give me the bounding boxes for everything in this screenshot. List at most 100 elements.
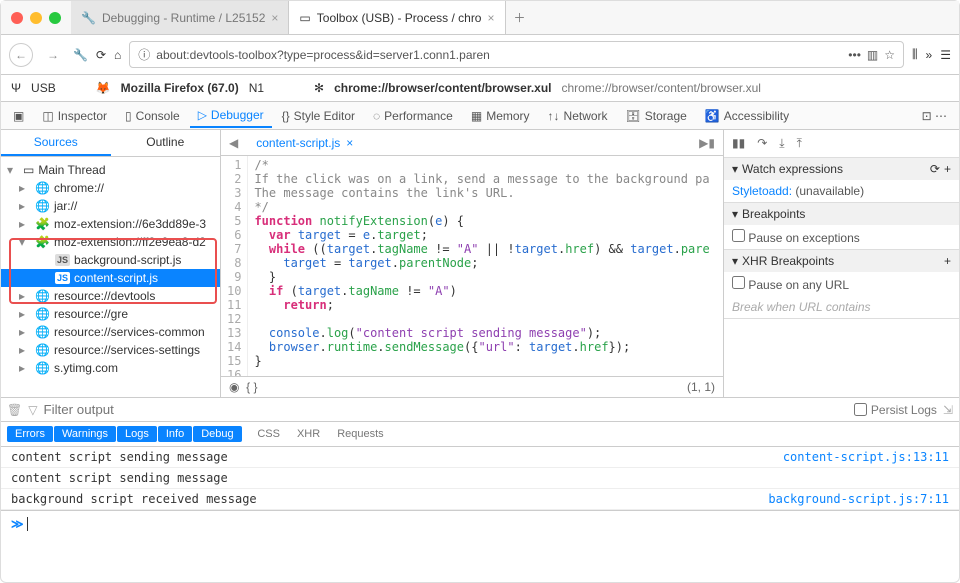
wrench-icon: 🔧 bbox=[81, 11, 96, 25]
outline-tab[interactable]: Outline bbox=[111, 130, 221, 156]
console-row: content script sending message bbox=[1, 468, 959, 489]
close-icon[interactable]: × bbox=[271, 11, 278, 25]
watch-expr-value: (unavailable) bbox=[795, 184, 864, 198]
add-icon[interactable]: + bbox=[944, 254, 951, 268]
console-row: content script sending messagecontent-sc… bbox=[1, 447, 959, 468]
step-out-button[interactable]: ⤒ bbox=[797, 136, 802, 151]
info-icon[interactable]: ⓘ bbox=[138, 46, 150, 63]
device-label: N1 bbox=[249, 81, 264, 95]
tree-item[interactable]: ▸🌐 chrome:// bbox=[1, 179, 220, 197]
xhr-breakpoints-header[interactable]: ▾XHR Breakpoints+ bbox=[724, 250, 959, 272]
pause-exceptions-checkbox[interactable] bbox=[732, 229, 745, 242]
tree-item[interactable]: ▸🧩 moz-extension://6e3dd89e-3 bbox=[1, 215, 220, 233]
tab-console[interactable]: ▯ Console bbox=[117, 105, 188, 127]
filter-warnings[interactable]: Warnings bbox=[54, 426, 116, 442]
line-gutter: 12345678910111213141516 bbox=[221, 156, 248, 376]
split-console-icon[interactable]: ⇲ bbox=[943, 403, 953, 417]
filter-requests[interactable]: Requests bbox=[329, 426, 391, 442]
tab-accessibility[interactable]: ♿ Accessibility bbox=[697, 105, 797, 127]
code-body[interactable]: /* If the click was on a link, send a me… bbox=[248, 156, 715, 376]
trash-icon[interactable]: 🗑 bbox=[7, 403, 22, 417]
console-input[interactable]: ≫ bbox=[1, 510, 959, 537]
filter-icon: ▽ bbox=[28, 403, 37, 417]
forward-button[interactable]: → bbox=[41, 43, 65, 67]
back-button[interactable]: ← bbox=[9, 43, 33, 67]
wrench-icon[interactable]: 🔧 bbox=[73, 48, 88, 62]
tab-debugger[interactable]: ▷ Debugger bbox=[190, 104, 272, 128]
navigation-toolbar: ← → 🔧 ⟳ ⌂ ⓘ about:devtools-toolbox?type=… bbox=[1, 35, 959, 75]
sources-sidebar: Sources Outline ▾▭ Main Thread ▸🌐 chrome… bbox=[1, 130, 221, 397]
add-icon[interactable]: + bbox=[944, 162, 951, 176]
globe-icon: 🌐 bbox=[35, 289, 50, 303]
persist-logs-checkbox[interactable] bbox=[854, 403, 867, 416]
tree-item[interactable]: ▸🌐 jar:// bbox=[1, 197, 220, 215]
breakpoints-header[interactable]: ▾Breakpoints bbox=[724, 203, 959, 225]
tree-item[interactable]: ▸🌐 resource://services-settings bbox=[1, 341, 220, 359]
tab-memory[interactable]: ▦ Memory bbox=[463, 105, 538, 127]
page-actions-icon[interactable]: ••• bbox=[848, 48, 861, 62]
toolbox-options-icon[interactable]: ⊡ ⋯ bbox=[914, 105, 955, 127]
close-icon[interactable]: × bbox=[346, 136, 353, 150]
overflow-icon[interactable]: » bbox=[926, 48, 933, 62]
new-tab-button[interactable]: ＋ bbox=[506, 9, 534, 26]
ext-icon: 🧩 bbox=[35, 217, 50, 231]
tab-style-editor[interactable]: {} Style Editor bbox=[274, 105, 363, 127]
home-button[interactable]: ⌂ bbox=[114, 48, 121, 62]
close-icon[interactable]: × bbox=[487, 11, 494, 25]
tree-item[interactable]: ▸🌐 resource://services-common bbox=[1, 323, 220, 341]
tab-performance[interactable]: ◌ Performance bbox=[365, 105, 461, 127]
refresh-icon[interactable]: ⟳ bbox=[930, 162, 940, 176]
reload-button[interactable]: ⟳ bbox=[96, 48, 106, 62]
browser-tab-debugging[interactable]: 🔧 Debugging - Runtime / L25152 × bbox=[71, 1, 289, 34]
filter-logs[interactable]: Logs bbox=[117, 426, 157, 442]
close-window-icon[interactable] bbox=[11, 12, 23, 24]
filter-info[interactable]: Info bbox=[158, 426, 192, 442]
log-source-link[interactable]: background-script.js:7:11 bbox=[768, 492, 949, 506]
globe-icon: 🌐 bbox=[35, 181, 50, 195]
step-over-button[interactable]: ↷ bbox=[757, 136, 767, 151]
zoom-window-icon[interactable] bbox=[49, 12, 61, 24]
tree-item[interactable]: ▸🌐 resource://gre bbox=[1, 305, 220, 323]
run-to-icon[interactable]: ▶▮ bbox=[691, 132, 723, 154]
watch-expr-name[interactable]: Styletoadd: bbox=[732, 184, 792, 198]
prettify-icon[interactable]: { } bbox=[246, 380, 257, 394]
tree-item[interactable]: ▸🌐 s.ytimg.com bbox=[1, 359, 220, 377]
tree-item[interactable]: JS content-script.js bbox=[1, 269, 220, 287]
debugger-right-panel: ▮▮ ↷ ⤓ ⤒ ▾Watch expressions⟳ + Styletoad… bbox=[724, 130, 959, 397]
tab-inspector[interactable]: ◫ Inspector bbox=[34, 105, 115, 127]
toggle-sidebar-icon[interactable]: ◀ bbox=[221, 132, 246, 154]
reader-icon[interactable]: ▥ bbox=[867, 48, 878, 62]
source-editor: ◀ content-script.js× ▶▮ 1234567891011121… bbox=[221, 130, 724, 397]
filter-debug[interactable]: Debug bbox=[193, 426, 241, 442]
filter-input[interactable] bbox=[43, 402, 847, 417]
connection-label: USB bbox=[31, 81, 56, 95]
menu-icon[interactable]: ☰ bbox=[940, 48, 951, 62]
eye-icon[interactable]: ◉ bbox=[229, 380, 239, 394]
iframe-picker-icon[interactable]: ▣ bbox=[5, 105, 32, 127]
tab-network[interactable]: ↑↓ Network bbox=[540, 105, 616, 127]
tree-item[interactable]: ▸🌐 resource://devtools bbox=[1, 287, 220, 305]
tree-item[interactable]: JS background-script.js bbox=[1, 251, 220, 269]
tab-storage[interactable]: 🗄 Storage bbox=[618, 105, 695, 127]
browser-tab-toolbox[interactable]: ▭ Toolbox (USB) - Process / chro × bbox=[289, 1, 505, 34]
sources-tree: ▾▭ Main Thread ▸🌐 chrome://▸🌐 jar://▸🧩 m… bbox=[1, 157, 220, 397]
sources-tab[interactable]: Sources bbox=[1, 130, 111, 156]
globe-icon: 🌐 bbox=[35, 361, 50, 375]
tree-item[interactable]: ▾🧩 moz-extension://ff2e9ea8-d2 bbox=[1, 233, 220, 251]
filter-errors[interactable]: Errors bbox=[7, 426, 53, 442]
url-bar[interactable]: ⓘ about:devtools-toolbox?type=process&id… bbox=[129, 41, 904, 68]
globe-icon: 🌐 bbox=[35, 199, 50, 213]
filter-css[interactable]: CSS bbox=[249, 426, 288, 442]
thread-root[interactable]: ▾▭ Main Thread bbox=[1, 161, 220, 179]
resume-button[interactable]: ▮▮ bbox=[732, 136, 745, 151]
pause-any-url-checkbox[interactable] bbox=[732, 276, 745, 289]
library-icon[interactable]: ⫼ bbox=[912, 47, 918, 62]
globe-icon: 🌐 bbox=[35, 307, 50, 321]
filter-xhr[interactable]: XHR bbox=[289, 426, 328, 442]
editor-tab-content-script[interactable]: content-script.js× bbox=[246, 132, 363, 154]
star-icon[interactable]: ☆ bbox=[884, 48, 895, 62]
minimize-window-icon[interactable] bbox=[30, 12, 42, 24]
watch-header[interactable]: ▾Watch expressions⟳ + bbox=[724, 158, 959, 180]
step-in-button[interactable]: ⤓ bbox=[779, 136, 784, 151]
log-source-link[interactable]: content-script.js:13:11 bbox=[783, 450, 949, 464]
